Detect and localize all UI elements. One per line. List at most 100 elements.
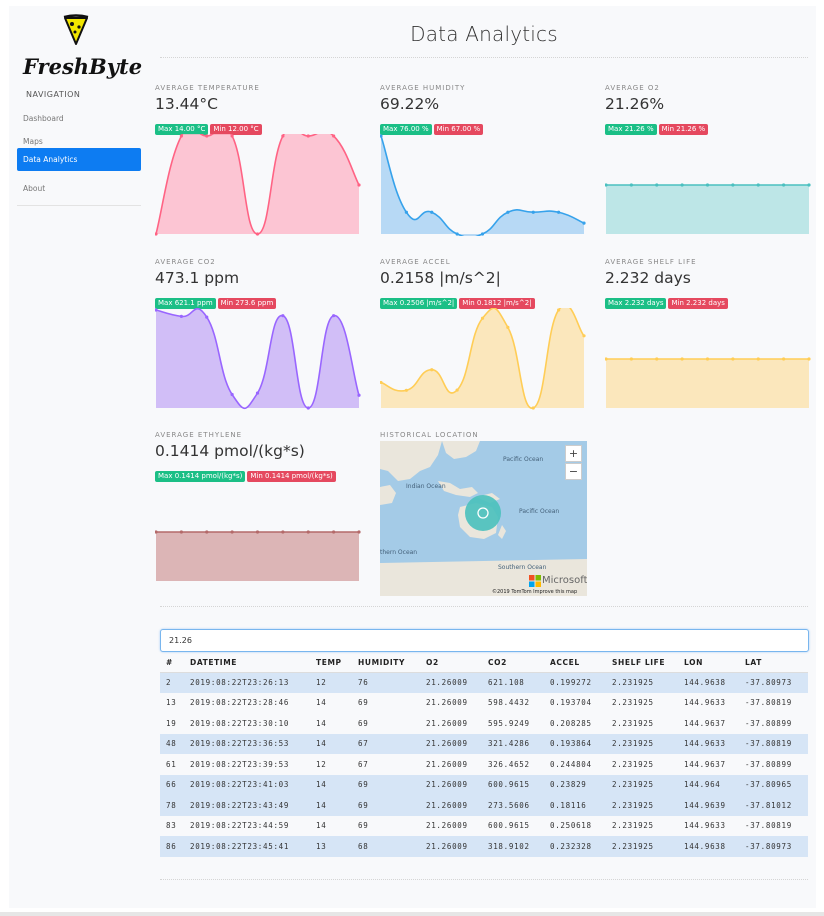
chart-data-point: [782, 183, 786, 187]
table-cell: 600.9615: [488, 821, 530, 831]
sidebar-item-about[interactable]: About: [17, 177, 141, 200]
col-header-temp[interactable]: TEMP: [310, 654, 352, 673]
card-value: 21.26%: [605, 95, 665, 113]
table-cell: -37.80819: [745, 821, 792, 831]
table-cell: 321.4286: [482, 733, 544, 754]
chart-data-point: [430, 368, 434, 372]
chart-data-point: [582, 334, 586, 338]
col-header-index[interactable]: #: [160, 654, 184, 673]
table-cell: 0.18116: [544, 795, 606, 816]
location-map[interactable]: Pacific Ocean Indian Ocean Pacific Ocean…: [380, 441, 587, 596]
table-cell: 0.193704: [550, 698, 592, 708]
col-header-lat[interactable]: LAT: [739, 654, 808, 673]
card-label: AVERAGE SHELF LIFE: [605, 258, 697, 266]
location-marker[interactable]: [380, 441, 587, 596]
table-row[interactable]: 83 2019:08:22T23:44:59 14 69 21.26009 600.961…: [160, 816, 808, 837]
chart-data-point: [306, 530, 310, 534]
table-cell: 595.9249: [488, 718, 530, 728]
chart-data-point: [357, 393, 361, 397]
chart-area-fill: [156, 134, 359, 234]
brand-name: FreshByte: [23, 54, 143, 79]
table-row[interactable]: 61 2019:08:22T23:39:53 12 67 21.26009 326.465…: [160, 754, 808, 775]
microsoft-logo-icon: [529, 575, 541, 587]
table-cell: 2.231925: [606, 795, 678, 816]
chart-data-point: [680, 357, 684, 361]
table-cell: 144.9638: [678, 836, 739, 857]
table-row[interactable]: 2 2019:08:22T23:26:13 12 76 21.26009 621.108 0…: [160, 672, 808, 693]
table-cell: 67: [352, 733, 420, 754]
table-row[interactable]: 78 2019:08:22T23:43:49 14 69 21.26009 273.560…: [160, 795, 808, 816]
table-cell: 2.231925: [606, 672, 678, 693]
sidebar-item-data-analytics[interactable]: Data Analytics: [17, 148, 141, 171]
table-cell: 2.231925: [612, 821, 654, 831]
table-cell: 86: [160, 836, 184, 857]
brand-logo[interactable]: FreshByte: [23, 14, 142, 80]
card-label: AVERAGE CO2: [155, 258, 216, 266]
table-cell: 318.9102: [482, 836, 544, 857]
header-divider: [160, 57, 808, 58]
chart-data-point: [506, 210, 510, 214]
table-search-input[interactable]: [160, 629, 809, 652]
sidebar-item-dashboard[interactable]: Dashboard: [17, 107, 141, 130]
chart-data-point: [179, 314, 183, 318]
table-cell: 2.231925: [606, 733, 678, 754]
table-cell: 69: [358, 821, 369, 831]
table-cell: -37.80965: [739, 774, 808, 795]
table-cell: 13: [310, 836, 352, 857]
table-cell: 66: [160, 774, 184, 795]
chart-data-point: [404, 210, 408, 214]
chart-area-fill: [156, 532, 359, 581]
table-cell: 21.26009: [426, 718, 468, 728]
table-cell: 21.26009: [426, 698, 468, 708]
table-row[interactable]: 13 2019:08:22T23:28:46 14 69 21.26009 598.443…: [160, 693, 808, 714]
zoom-in-button[interactable]: +: [565, 445, 582, 462]
chart-data-point: [179, 134, 183, 138]
chart-data-point: [455, 388, 459, 392]
table-cell: 2: [160, 672, 184, 693]
chart-data-point: [230, 134, 234, 138]
table-cell: 2019:08:22T23:36:53: [184, 733, 310, 754]
table-row[interactable]: 86 2019:08:22T23:45:41 13 68 21.26009 318.910…: [160, 836, 808, 857]
table-cell: 19: [166, 718, 177, 728]
chart-data-point: [205, 134, 209, 138]
table-cell: 83: [166, 821, 177, 831]
chart-data-point: [506, 325, 510, 329]
card-value: 473.1 ppm: [155, 269, 240, 287]
table-cell: 21.26009: [426, 759, 468, 769]
table-cell: 2019:08:22T23:43:49: [184, 795, 310, 816]
col-header-o2[interactable]: O2: [420, 654, 482, 673]
chart-data-point: [480, 316, 485, 320]
table-row[interactable]: 19 2019:08:22T23:30:10 14 69 21.26009 595.924…: [160, 713, 808, 734]
col-header-accel[interactable]: ACCEL: [544, 654, 606, 673]
table-row[interactable]: 48 2019:08:22T23:36:53 14 67 21.26009 321.428…: [160, 733, 808, 754]
table-cell: 61: [166, 759, 177, 769]
map-attribution[interactable]: ©2019 TomTom Improve this map: [492, 589, 577, 595]
col-header-lon[interactable]: LON: [678, 654, 739, 673]
chart-data-point: [255, 232, 260, 236]
table-cell: -37.80973: [739, 836, 808, 857]
table-cell: 0.232328: [544, 836, 606, 857]
card-value: 0.2158 |m/s^2|: [380, 269, 501, 287]
shelf-life-chart: [605, 357, 811, 408]
chart-data-point: [731, 183, 735, 187]
col-header-datetime[interactable]: DATETIME: [184, 654, 310, 673]
card-ethylene: AVERAGE ETHYLENE 0.1414 pmol/(kg*s) Max …: [155, 431, 365, 581]
table-row[interactable]: 66 2019:08:22T23:41:03 14 69 21.26009 600.961…: [160, 774, 808, 795]
card-shelf-life: AVERAGE SHELF LIFE 2.232 days Max 2.232 …: [605, 258, 815, 408]
chart-data-point: [404, 388, 408, 392]
zoom-out-button[interactable]: −: [565, 463, 582, 480]
map-provider: Microsoft: [542, 575, 587, 586]
accel-chart: [380, 308, 586, 410]
table-cell: 144.9633: [684, 698, 726, 708]
table-cell: 48: [160, 733, 184, 754]
chart-data-point: [380, 134, 383, 138]
table-cell: 2019:08:22T23:41:03: [184, 774, 310, 795]
col-header-co2[interactable]: CO2: [482, 654, 544, 673]
chart-data-point: [306, 406, 310, 410]
col-header-shelf-life[interactable]: SHELF LIFE: [606, 654, 678, 673]
table-cell: 14: [310, 774, 352, 795]
col-header-humidity[interactable]: HUMIDITY: [352, 654, 420, 673]
chart-data-point: [230, 530, 234, 534]
sidebar: FreshByte NAVIGATION Dashboard Maps Data…: [9, 6, 148, 216]
chart-data-point: [255, 391, 260, 395]
